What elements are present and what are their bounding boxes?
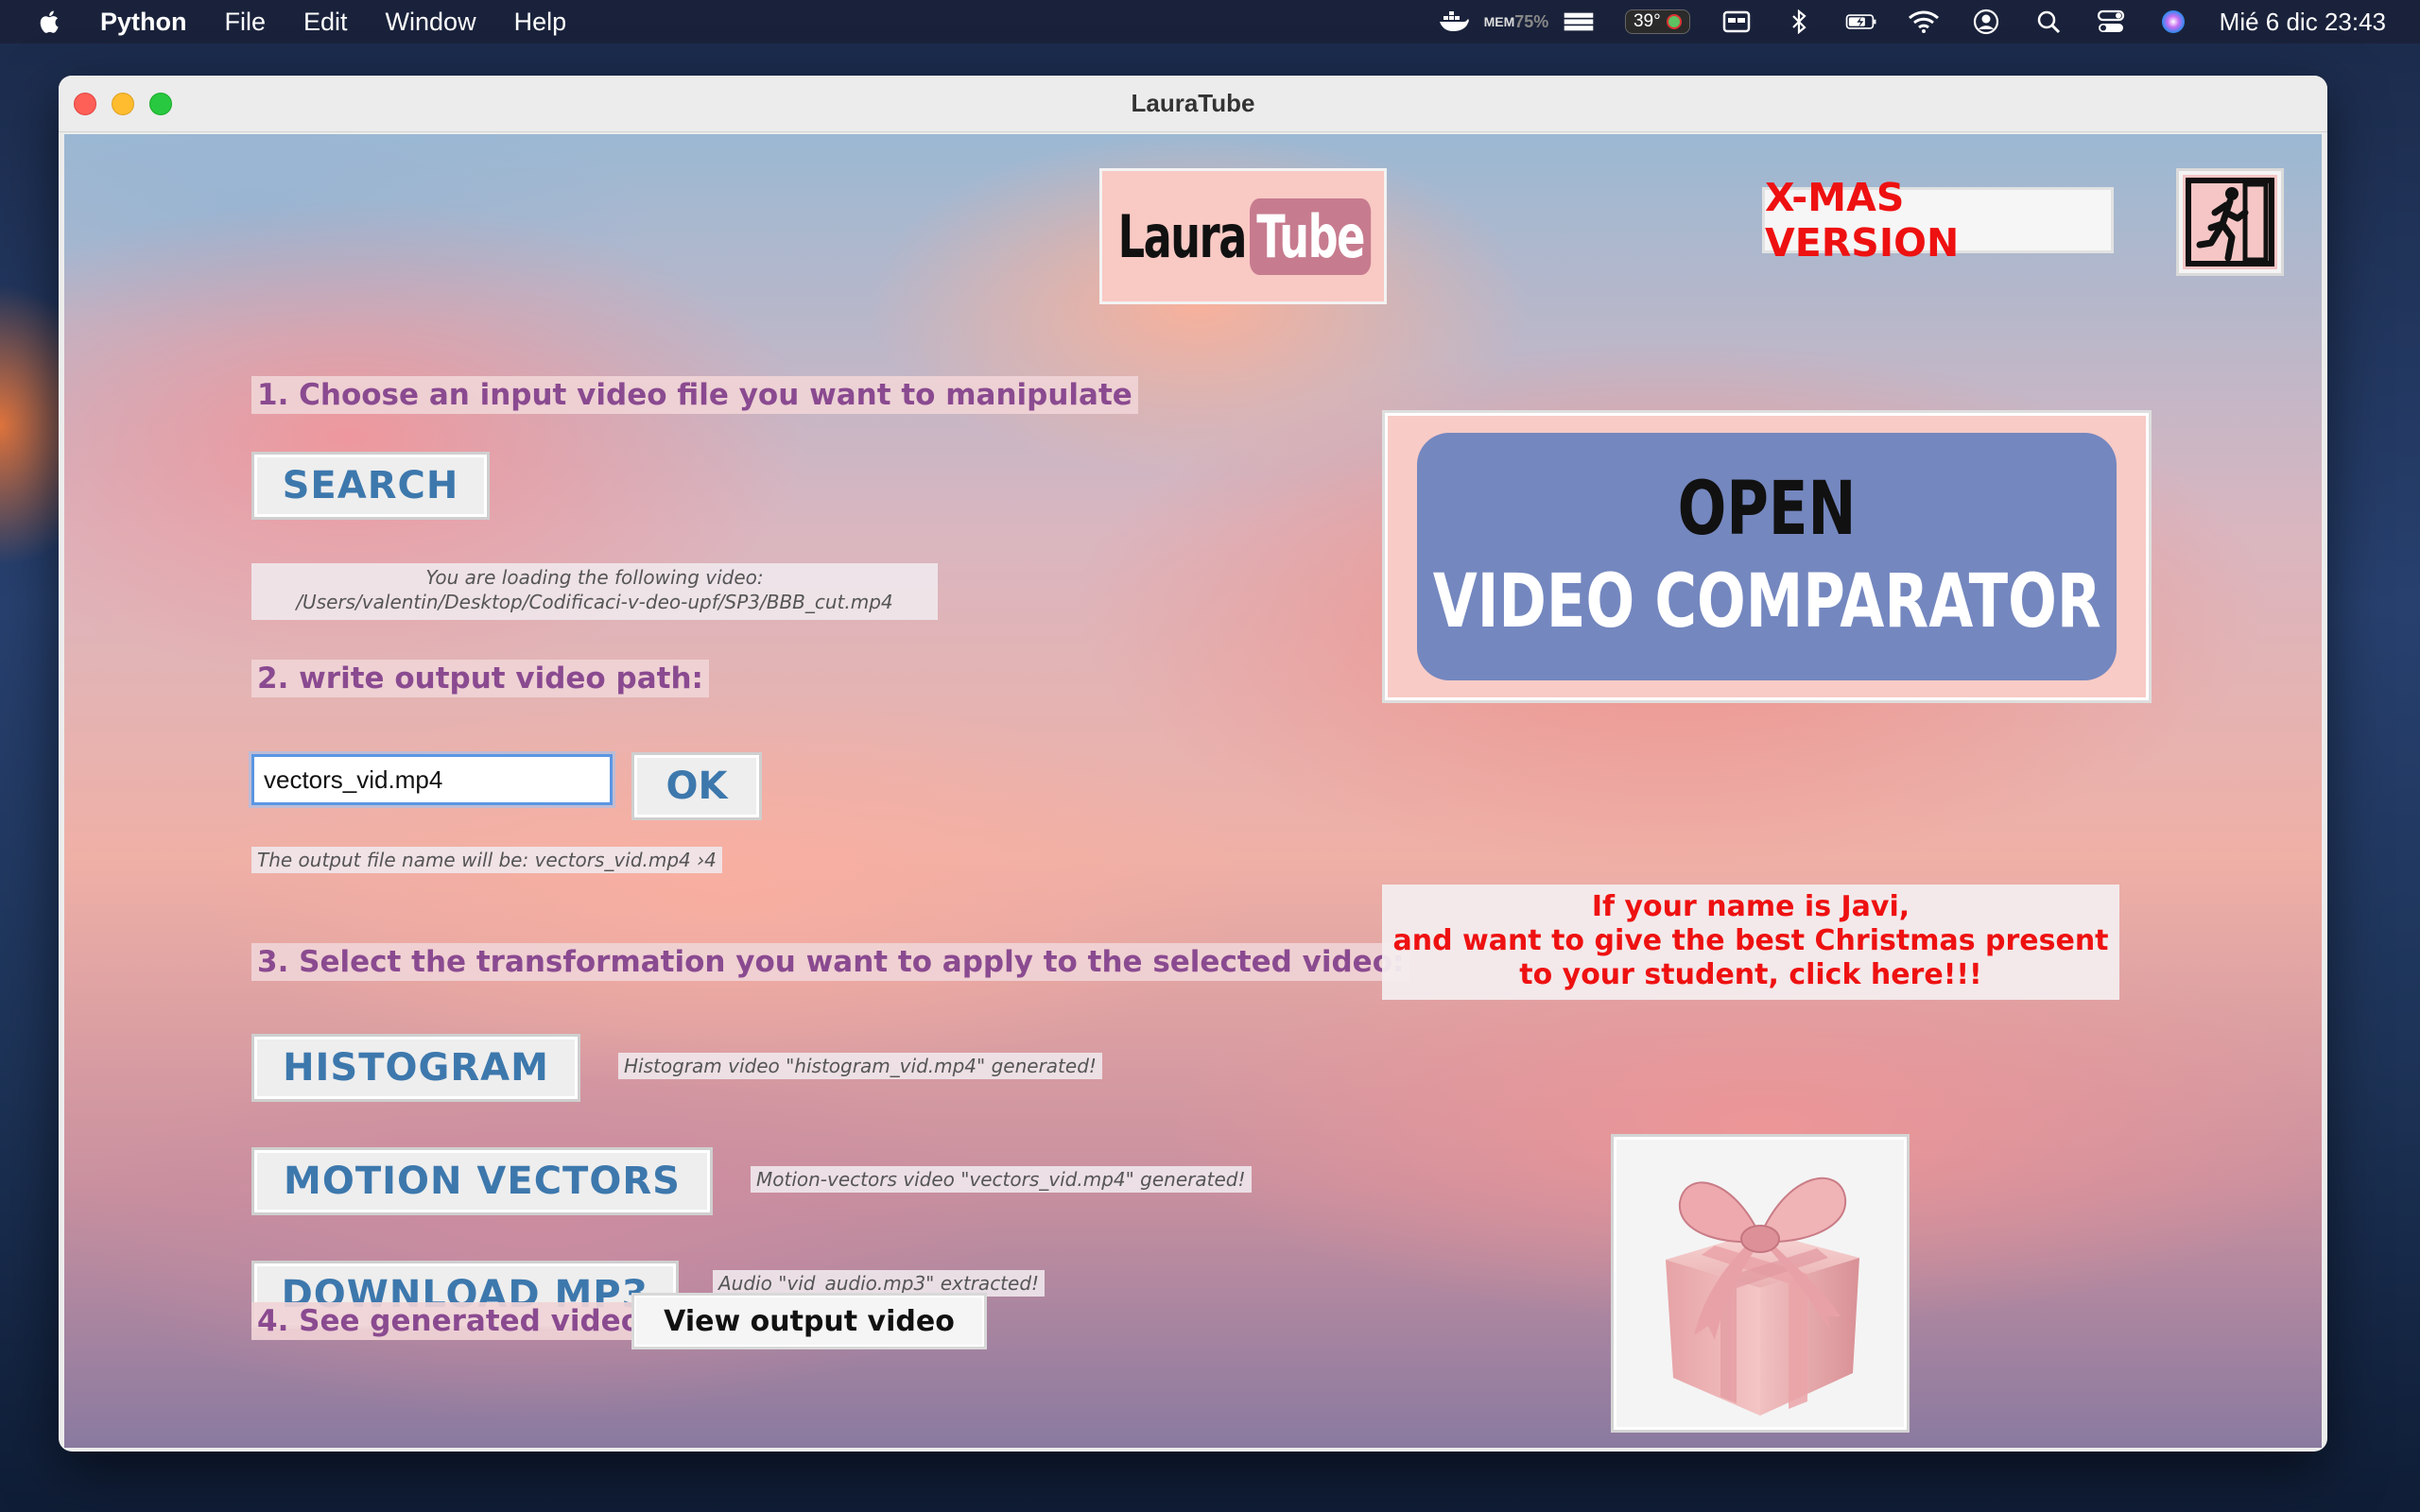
menu-clock[interactable]: Mié 6 dic 23:43 [2220, 8, 2386, 37]
step4-label: 4. See generated video [251, 1302, 647, 1340]
app-window: LauraTube Laura Tube X-MAS VERSION 1. Ch… [59, 76, 2327, 1452]
exit-button[interactable] [2176, 168, 2284, 276]
zoom-window-button[interactable] [149, 93, 172, 115]
xmas-version-label: X-MAS VERSION [1762, 175, 2114, 266]
histogram-status: Histogram video "histogram_vid.mp4" gene… [618, 1053, 1102, 1079]
motion-vectors-status: Motion-vectors video "vectors_vid.mp4" g… [751, 1166, 1252, 1193]
temperature-value: 39° [1633, 11, 1661, 31]
temperature-badge[interactable]: 39° [1624, 9, 1690, 34]
menu-help[interactable]: Help [514, 8, 567, 37]
motion-vectors-button[interactable]: MOTION VECTORS [251, 1147, 713, 1215]
window-title: LauraTube [1131, 89, 1255, 117]
exit-running-man-icon [2183, 175, 2277, 269]
javi-message-line2: and want to give the best Christmas pres… [1392, 924, 2109, 957]
step2-label: 2. write output video path: [251, 660, 709, 697]
docker-whale-icon[interactable] [1438, 9, 1470, 34]
loading-note-path: /Users/valentin/Desktop/Codificaci-v-deo… [296, 591, 893, 613]
apple-logo-icon[interactable] [36, 8, 64, 36]
window-widget-icon[interactable] [1720, 9, 1753, 34]
histogram-button[interactable]: HISTOGRAM [251, 1034, 580, 1102]
menu-bar: Python File Edit Window Help MEM 75% 39° [0, 0, 2420, 43]
siri-icon[interactable] [2157, 9, 2189, 34]
output-filename-note: The output file name will be: vectors_vi… [251, 847, 722, 873]
search-button[interactable]: SEARCH [251, 452, 490, 520]
menu-window[interactable]: Window [386, 8, 476, 37]
ok-button[interactable]: OK [631, 752, 762, 820]
gift-button[interactable] [1611, 1134, 1910, 1433]
title-bar[interactable]: LauraTube [59, 76, 2327, 132]
loading-video-note: You are loading the following video: /Us… [251, 563, 938, 620]
menu-edit[interactable]: Edit [303, 8, 348, 37]
close-window-button[interactable] [74, 93, 96, 115]
loading-note-line1: You are loading the following video: [425, 566, 764, 589]
javi-message-line3: to your student, click here!!! [1519, 958, 1982, 991]
spotlight-search-icon[interactable] [2032, 9, 2065, 34]
memory-monitor[interactable]: MEM 75% [1484, 9, 1549, 34]
logo-text-tube: Tube [1249, 198, 1372, 275]
comparator-line2: VIDEO COMPARATOR [1432, 559, 2101, 644]
battery-icon[interactable] [1845, 9, 1877, 34]
comparator-line1: OPEN [1677, 467, 1857, 552]
minimize-window-button[interactable] [112, 93, 134, 115]
step1-label: 1. Choose an input video file you want t… [251, 376, 1138, 414]
menu-app-name[interactable]: Python [100, 8, 187, 37]
view-output-video-button[interactable]: View output video [631, 1293, 987, 1349]
step3-label: 3. Select the transformation you want to… [251, 943, 1410, 981]
stack-layers-icon[interactable] [1563, 9, 1595, 34]
app-content: Laura Tube X-MAS VERSION 1. Choose an in… [64, 134, 2322, 1448]
memory-label: MEM [1483, 13, 1515, 29]
logo-text-laura: Laura [1117, 201, 1248, 271]
open-video-comparator-button[interactable]: OPEN VIDEO COMPARATOR [1382, 410, 2152, 703]
wifi-icon[interactable] [1908, 9, 1940, 34]
bluetooth-icon[interactable] [1783, 9, 1815, 34]
javi-message-line1: If your name is Javi, [1591, 890, 1910, 923]
window-controls [74, 93, 172, 115]
javi-message: If your name is Javi, and want to give t… [1382, 885, 2119, 1000]
pink-gift-box-icon [1666, 1177, 1859, 1416]
status-dot-icon [1666, 14, 1682, 29]
user-account-icon[interactable] [1970, 9, 2002, 35]
app-logo: Laura Tube [1099, 168, 1387, 304]
control-center-icon[interactable] [2095, 9, 2127, 34]
comparator-pill: OPEN VIDEO COMPARATOR [1417, 433, 2117, 680]
memory-value: 75% [1514, 11, 1549, 31]
output-path-input[interactable] [251, 754, 613, 805]
menu-file[interactable]: File [225, 8, 267, 37]
